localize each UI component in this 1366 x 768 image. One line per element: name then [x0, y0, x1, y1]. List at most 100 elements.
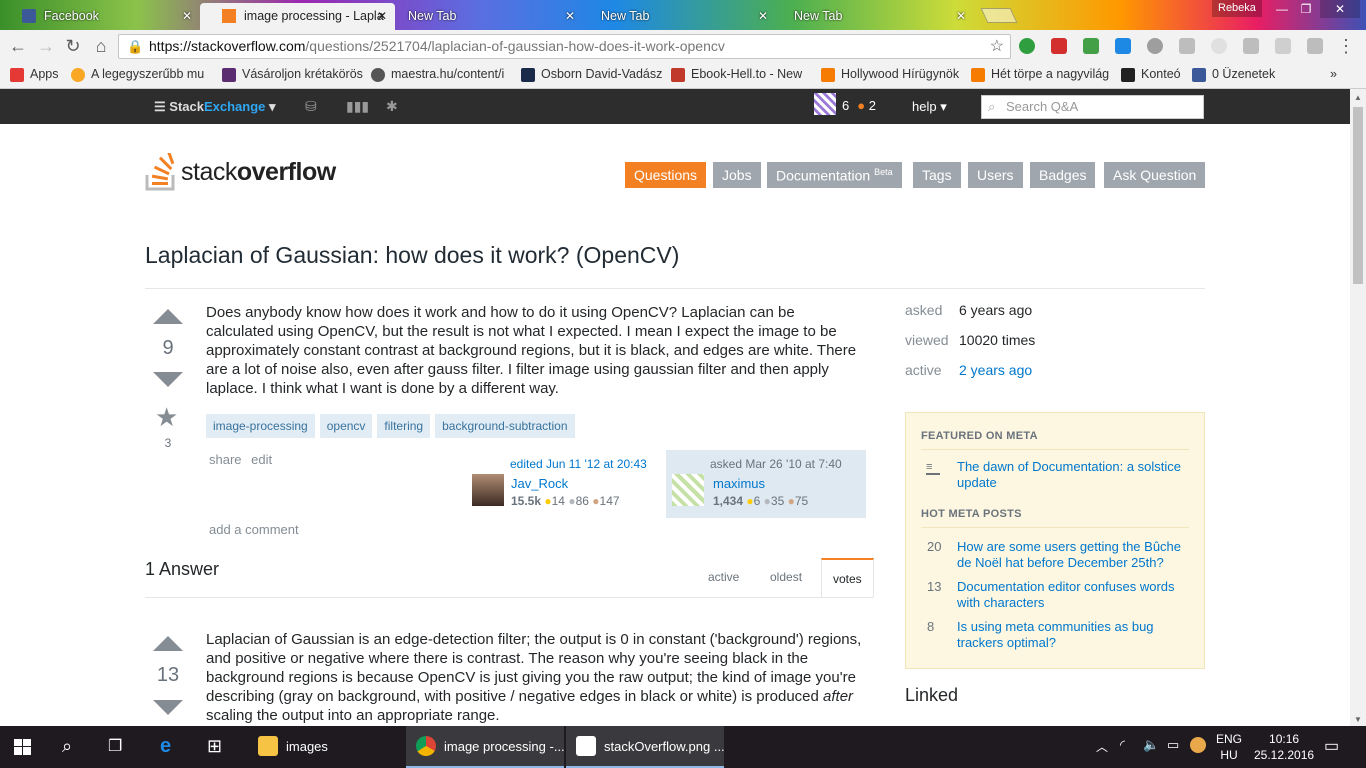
close-tab-icon[interactable]: ✕: [758, 9, 768, 23]
vote-down-icon[interactable]: [153, 372, 183, 387]
tray-app-icon[interactable]: [1190, 737, 1206, 753]
bookmark-item[interactable]: Hollywood Hírügynök: [821, 67, 959, 82]
adblock-icon[interactable]: [1051, 38, 1067, 54]
extension-icon[interactable]: [1019, 38, 1035, 54]
nav-ask-question[interactable]: Ask Question: [1104, 162, 1206, 188]
search-icon[interactable]: ⌕: [62, 736, 72, 757]
tag[interactable]: background-subtraction: [435, 414, 575, 438]
favorite-star-icon[interactable]: ★: [155, 402, 178, 433]
search-input[interactable]: ⌕ Search Q&A: [981, 95, 1204, 119]
vote-up-icon[interactable]: [153, 636, 183, 651]
bookmark-item[interactable]: Vásároljon krétakörös: [222, 67, 363, 82]
scroll-up-icon[interactable]: ▲: [1354, 93, 1362, 102]
bookmark-item[interactable]: Apps: [10, 67, 59, 82]
menu-icon[interactable]: ⋮: [1334, 34, 1358, 58]
nav-documentation[interactable]: Documentation Beta: [767, 162, 902, 188]
volume-icon[interactable]: 🔈: [1143, 737, 1159, 753]
vote-up-icon[interactable]: [153, 309, 183, 324]
edit-link[interactable]: edit: [251, 452, 272, 467]
tab-new[interactable]: New Tab ✕: [581, 3, 776, 30]
new-tab-button[interactable]: [980, 8, 1018, 23]
tag[interactable]: filtering: [377, 414, 431, 438]
tab-active-sort[interactable]: active: [708, 570, 739, 584]
close-tab-icon[interactable]: ✕: [377, 9, 387, 23]
bookmark-item[interactable]: 0 Üzenetek: [1192, 67, 1275, 82]
question-title[interactable]: Laplacian of Gaussian: how does it work?…: [145, 242, 679, 269]
extension-icon[interactable]: [1083, 38, 1099, 54]
language-indicator[interactable]: ENG HU: [1216, 731, 1242, 763]
bookmark-item[interactable]: Ebook-Hell.to - New: [671, 67, 802, 82]
inbox-icon[interactable]: ⛁: [305, 98, 317, 115]
share-link[interactable]: share: [209, 452, 242, 467]
reload-icon[interactable]: ↻: [61, 34, 85, 58]
nav-users[interactable]: Users: [968, 162, 1023, 188]
tab-new[interactable]: New Tab ✕: [388, 3, 583, 30]
extension-icon[interactable]: [1275, 38, 1291, 54]
tag[interactable]: image-processing: [206, 414, 315, 438]
extension-icon[interactable]: [1243, 38, 1259, 54]
edge-icon[interactable]: e: [160, 735, 171, 758]
bookmark-item[interactable]: Osborn David-Vadász: [521, 67, 662, 82]
wifi-icon[interactable]: ◜: [1120, 737, 1125, 753]
user-name[interactable]: Jav_Rock: [511, 476, 568, 491]
review-icon[interactable]: ✱: [386, 98, 398, 115]
windows-start-icon[interactable]: [14, 739, 31, 755]
nav-badges[interactable]: Badges: [1030, 162, 1096, 188]
bookmark-item[interactable]: A legegyszerűbb mu: [71, 67, 204, 82]
extension-icon[interactable]: [1179, 38, 1195, 54]
profile-button[interactable]: Rebeka: [1212, 0, 1262, 17]
extension-icon[interactable]: [1211, 38, 1227, 54]
forward-icon[interactable]: →: [34, 34, 58, 58]
extension-icon[interactable]: [1147, 38, 1163, 54]
scroll-down-icon[interactable]: ▼: [1354, 715, 1362, 724]
meta-post-link[interactable]: The dawn of Documentation: a solstice up…: [957, 459, 1189, 491]
meta-post-link[interactable]: How are some users getting the Bûche de …: [957, 539, 1189, 571]
more-bookmarks-icon[interactable]: »: [1330, 67, 1337, 81]
edit-history-link[interactable]: edited Jun 11 '12 at 20:43: [510, 457, 647, 471]
stackexchange-menu[interactable]: ☰ StackExchange ▾: [154, 99, 276, 115]
user-name[interactable]: maximus: [713, 476, 765, 491]
page-scrollbar[interactable]: ▲ ▼: [1350, 89, 1366, 726]
bookmark-star-icon[interactable]: ☆: [990, 36, 1004, 56]
tab-active[interactable]: image processing - Lapla ✕: [200, 3, 395, 30]
taskbar-item-chrome[interactable]: image processing -...: [406, 726, 565, 768]
achievements-icon[interactable]: ▮▮▮: [346, 98, 369, 115]
restore-icon[interactable]: ❐: [1294, 0, 1318, 18]
tab-oldest[interactable]: oldest: [770, 570, 802, 584]
nav-tags[interactable]: Tags: [913, 162, 961, 188]
notifications-icon[interactable]: ▭: [1324, 736, 1339, 756]
tab-votes[interactable]: votes: [821, 558, 874, 598]
close-tab-icon[interactable]: ✕: [956, 9, 966, 23]
skype-icon[interactable]: [1115, 38, 1131, 54]
tab-new[interactable]: New Tab ✕: [774, 3, 974, 30]
taskbar-item-explorer[interactable]: images: [248, 726, 402, 768]
close-tab-icon[interactable]: ✕: [565, 9, 575, 23]
close-tab-icon[interactable]: ✕: [182, 9, 192, 23]
meta-post-link[interactable]: Documentation editor confuses words with…: [957, 579, 1189, 611]
avatar[interactable]: [472, 474, 504, 506]
back-icon[interactable]: ←: [6, 34, 30, 58]
add-comment-link[interactable]: add a comment: [209, 522, 299, 537]
battery-icon[interactable]: ▭: [1167, 737, 1179, 753]
bookmark-item[interactable]: Hét törpe a nagyvilág: [971, 67, 1109, 82]
task-view-icon[interactable]: ❐: [108, 736, 122, 756]
store-icon[interactable]: ⊞: [207, 736, 222, 757]
taskbar-item-photos[interactable]: stackOverflow.png ...: [566, 726, 725, 768]
minimize-icon[interactable]: —: [1270, 0, 1294, 18]
chevron-up-icon[interactable]: ︿: [1096, 738, 1108, 755]
bookmark-item[interactable]: Konteó: [1121, 67, 1181, 82]
address-bar[interactable]: 🔒 https://stackoverflow.com/questions/25…: [118, 34, 1011, 59]
vote-down-icon[interactable]: [153, 700, 183, 715]
tag[interactable]: opencv: [319, 414, 373, 438]
stackoverflow-logo[interactable]: stackoverflow: [145, 150, 345, 193]
clock[interactable]: 10:16 25.12.2016: [1254, 731, 1314, 763]
scroll-thumb[interactable]: [1353, 107, 1363, 284]
nav-questions[interactable]: Questions: [625, 162, 707, 188]
close-window-icon[interactable]: ✕: [1320, 0, 1360, 18]
avatar[interactable]: [672, 474, 704, 506]
home-icon[interactable]: ⌂: [89, 34, 113, 58]
bookmark-item[interactable]: maestra.hu/content/i: [371, 67, 504, 82]
help-menu[interactable]: help ▾: [912, 99, 947, 115]
meta-post-link[interactable]: Is using meta communities as bug tracker…: [957, 619, 1189, 651]
extension-icon[interactable]: [1307, 38, 1323, 54]
